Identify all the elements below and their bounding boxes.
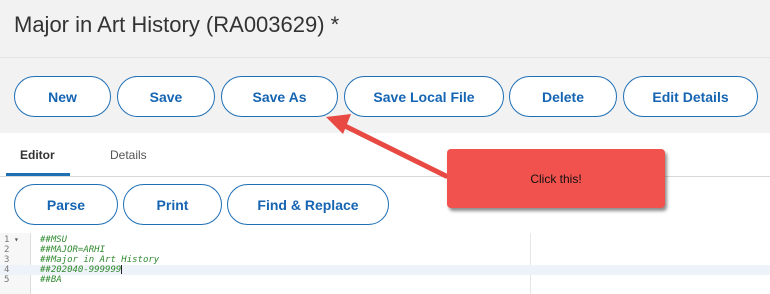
pointer-arrow-icon [326, 114, 449, 179]
annotation-callout: Click this! [447, 149, 665, 208]
